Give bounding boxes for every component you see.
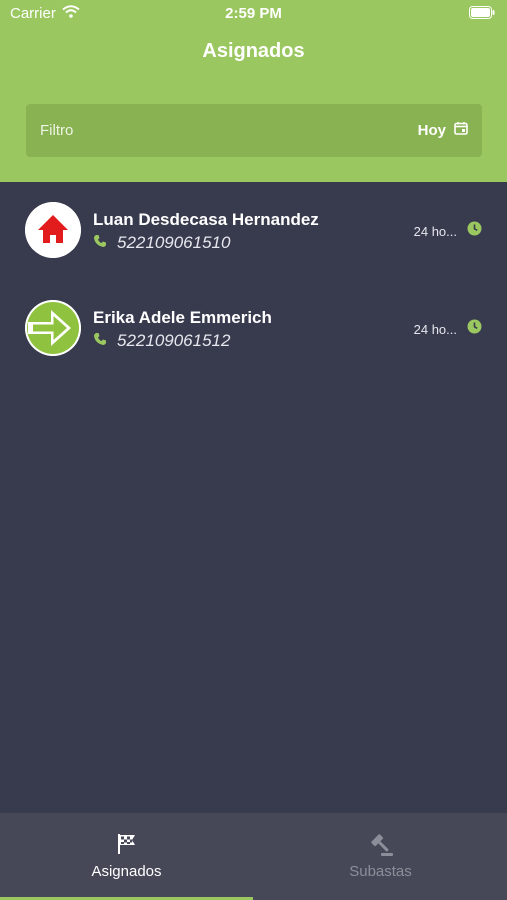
phone-icon (93, 234, 107, 253)
clock-icon (467, 221, 482, 241)
filter-label: Filtro (40, 122, 74, 139)
status-time: 2:59 PM (225, 5, 282, 22)
item-time: 24 ho... (413, 223, 457, 239)
item-phone: 522109061512 (117, 331, 231, 350)
gavel-icon (254, 833, 507, 857)
home-icon (25, 202, 81, 258)
filter-date-picker[interactable]: Hoy (418, 121, 468, 139)
page-title: Asignados (202, 40, 305, 62)
filter-date-value: Hoy (417, 121, 446, 139)
phone-icon (93, 332, 107, 351)
assigned-list: Luan Desdecasa Hernandez 522109061510 24… (0, 182, 507, 378)
item-phone-row: 522109061510 (93, 233, 230, 253)
status-bar: Carrier 2:59 PM (0, 0, 507, 28)
arrow-right-icon (25, 300, 81, 356)
clock-icon (467, 319, 482, 339)
list-item[interactable]: Erika Adele Emmerich 522109061512 24 ho.… (0, 280, 507, 378)
calendar-icon (454, 121, 468, 139)
item-name: Luan Desdecasa Hernandez (93, 210, 319, 229)
item-time: 24 ho... (413, 321, 457, 337)
item-time-row: 24 ho... (414, 221, 482, 241)
tab-subastas-label: Subastas (349, 863, 412, 880)
battery-icon (469, 6, 495, 23)
list-item[interactable]: Luan Desdecasa Hernandez 522109061510 24… (0, 182, 507, 280)
tab-bar: Asignados Subastas (0, 813, 507, 900)
checkered-flag-icon (0, 833, 253, 855)
header: Carrier 2:59 PM Asignados Filtro Hoy (0, 0, 507, 182)
item-name: Erika Adele Emmerich (93, 308, 272, 327)
item-time-row: 24 ho... (414, 319, 482, 339)
item-phone-row: 522109061512 (93, 331, 230, 351)
tab-subastas[interactable]: Subastas (254, 813, 507, 900)
filter-bar[interactable]: Filtro Hoy (26, 104, 482, 157)
tab-asignados[interactable]: Asignados (0, 813, 253, 900)
item-phone: 522109061510 (117, 233, 231, 252)
tab-asignados-label: Asignados (91, 863, 162, 880)
